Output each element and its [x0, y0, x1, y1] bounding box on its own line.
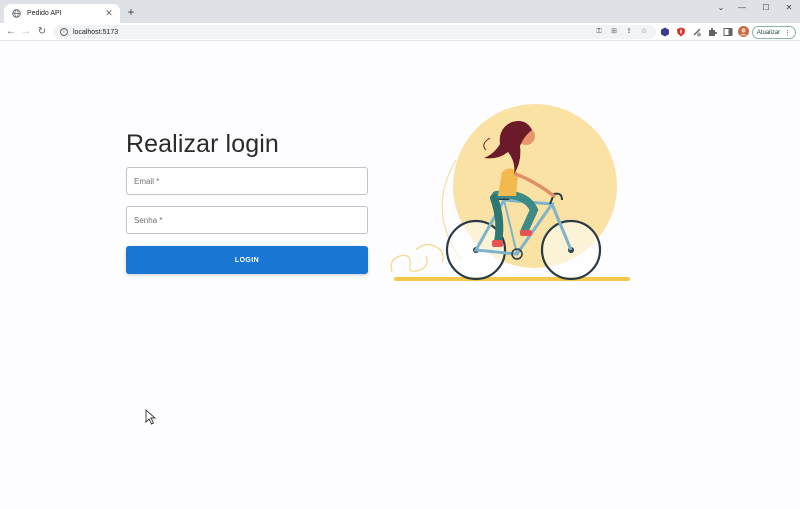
- reload-icon[interactable]: ↻: [36, 26, 48, 38]
- browser-toolbar: ← → ↻ i localhost:5173 ⚿ ⊞ ⇪ ☆ Atualizar…: [0, 23, 800, 41]
- translate-icon[interactable]: ⊞: [610, 28, 618, 36]
- login-button[interactable]: LOGIN: [126, 246, 368, 274]
- email-field[interactable]: [126, 167, 368, 195]
- url-text: localhost:5173: [73, 28, 119, 36]
- sidebar-icon[interactable]: [723, 27, 733, 37]
- more-menu-icon[interactable]: ⋮: [784, 29, 791, 37]
- maximize-button[interactable]: ☐: [756, 2, 776, 14]
- email-input[interactable]: [127, 168, 367, 194]
- extension-shield-icon[interactable]: [676, 27, 686, 37]
- extensions-puzzle-icon[interactable]: [707, 27, 717, 37]
- address-bar[interactable]: i localhost:5173 ⚿ ⊞ ⇪ ☆: [53, 25, 656, 39]
- forward-icon[interactable]: →: [20, 26, 32, 38]
- update-button[interactable]: Atualizar ⋮: [752, 26, 796, 39]
- page-content: Realizar login LOGIN: [0, 42, 800, 509]
- page-title: Realizar login: [126, 130, 279, 158]
- minimize-button[interactable]: —: [732, 2, 752, 14]
- star-icon[interactable]: ☆: [640, 28, 648, 36]
- extension-arrow-icon[interactable]: [692, 27, 702, 37]
- share-icon[interactable]: ⇪: [625, 28, 633, 36]
- tab-bar: Pedido API ✕ + ⌄ — ☐ ✕: [0, 0, 800, 23]
- close-window-button[interactable]: ✕: [779, 2, 799, 14]
- cyclist-illustration: [390, 104, 630, 281]
- key-icon[interactable]: ⚿: [595, 28, 603, 36]
- profile-avatar[interactable]: [738, 26, 749, 37]
- info-icon[interactable]: i: [60, 28, 68, 36]
- chevron-down-icon[interactable]: ⌄: [711, 2, 731, 14]
- tab-title: Pedido API: [27, 10, 62, 17]
- tab-pedido-api[interactable]: Pedido API ✕: [4, 4, 120, 23]
- back-icon[interactable]: ←: [5, 26, 17, 38]
- globe-icon: [12, 9, 21, 18]
- close-tab-icon[interactable]: ✕: [104, 8, 114, 19]
- password-field[interactable]: [126, 206, 368, 234]
- extension-hexagon-icon[interactable]: [660, 27, 670, 37]
- new-tab-button[interactable]: +: [125, 6, 137, 18]
- update-label: Atualizar: [756, 29, 781, 36]
- password-input[interactable]: [127, 207, 367, 233]
- mouse-cursor-icon: [145, 409, 157, 425]
- ground-line: [394, 277, 630, 281]
